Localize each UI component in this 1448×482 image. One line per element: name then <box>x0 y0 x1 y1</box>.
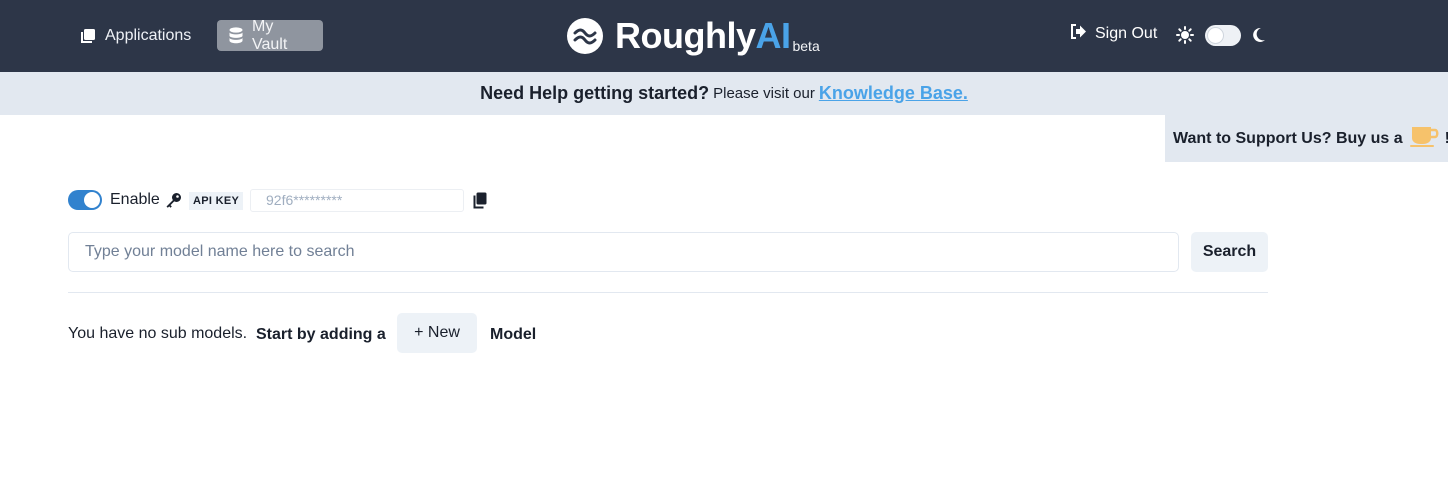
support-us-text: Want to Support Us? Buy us a <box>1173 129 1403 147</box>
api-key-field[interactable]: 92f6********* <box>250 189 464 212</box>
help-banner-heading: Need Help getting started? <box>480 83 710 103</box>
enable-api-switch-knob <box>84 192 100 208</box>
model-search-input[interactable] <box>68 232 1179 272</box>
moon-icon <box>1252 27 1266 48</box>
empty-state-trail: Model <box>490 326 537 343</box>
api-key-badge: API KEY <box>189 192 244 210</box>
brand-beta-badge: beta <box>792 38 820 54</box>
key-icon <box>165 192 182 214</box>
dark-mode-toggle[interactable] <box>1205 25 1241 46</box>
support-us-link[interactable]: Want to Support Us? Buy us a ! <box>1165 115 1448 162</box>
applications-nav-label: Applications <box>105 26 192 44</box>
enable-api-switch[interactable] <box>68 190 102 210</box>
my-vault-nav-button[interactable]: My Vault <box>217 17 323 53</box>
brand-accent: AI <box>755 15 791 56</box>
dark-mode-toggle-knob <box>1208 28 1223 43</box>
empty-state-text: You have no sub models. <box>68 325 248 342</box>
sign-out-label: Sign Out <box>1095 25 1158 42</box>
top-navbar: Applications My Vault Roughly AI beta Si… <box>0 0 1448 72</box>
search-button[interactable]: Search <box>1191 232 1268 272</box>
coffee-cup-icon <box>1409 124 1441 153</box>
enable-label: Enable <box>110 191 160 208</box>
sign-out-icon <box>1070 24 1087 44</box>
database-icon <box>229 27 243 44</box>
new-model-button[interactable]: + New <box>397 313 477 353</box>
copy-icon[interactable] <box>472 192 487 214</box>
wave-logo-icon <box>567 18 603 54</box>
sign-out-button[interactable]: Sign Out <box>1070 24 1157 44</box>
applications-icon <box>80 28 96 44</box>
brand-name: Roughly <box>615 15 756 56</box>
knowledge-base-link[interactable]: Knowledge Base. <box>819 83 968 104</box>
my-vault-nav-label: My Vault <box>252 17 288 53</box>
help-banner-text: Please visit our <box>713 85 815 102</box>
section-divider <box>68 292 1268 293</box>
sun-icon <box>1176 26 1194 49</box>
empty-state-lead: Start by adding a <box>256 326 386 343</box>
applications-nav-button[interactable]: Applications <box>68 20 203 51</box>
support-us-suffix: ! <box>1445 130 1448 148</box>
brand-logo-link[interactable]: Roughly AI beta <box>567 14 820 58</box>
help-banner: Need Help getting started? Please visit … <box>0 72 1448 115</box>
